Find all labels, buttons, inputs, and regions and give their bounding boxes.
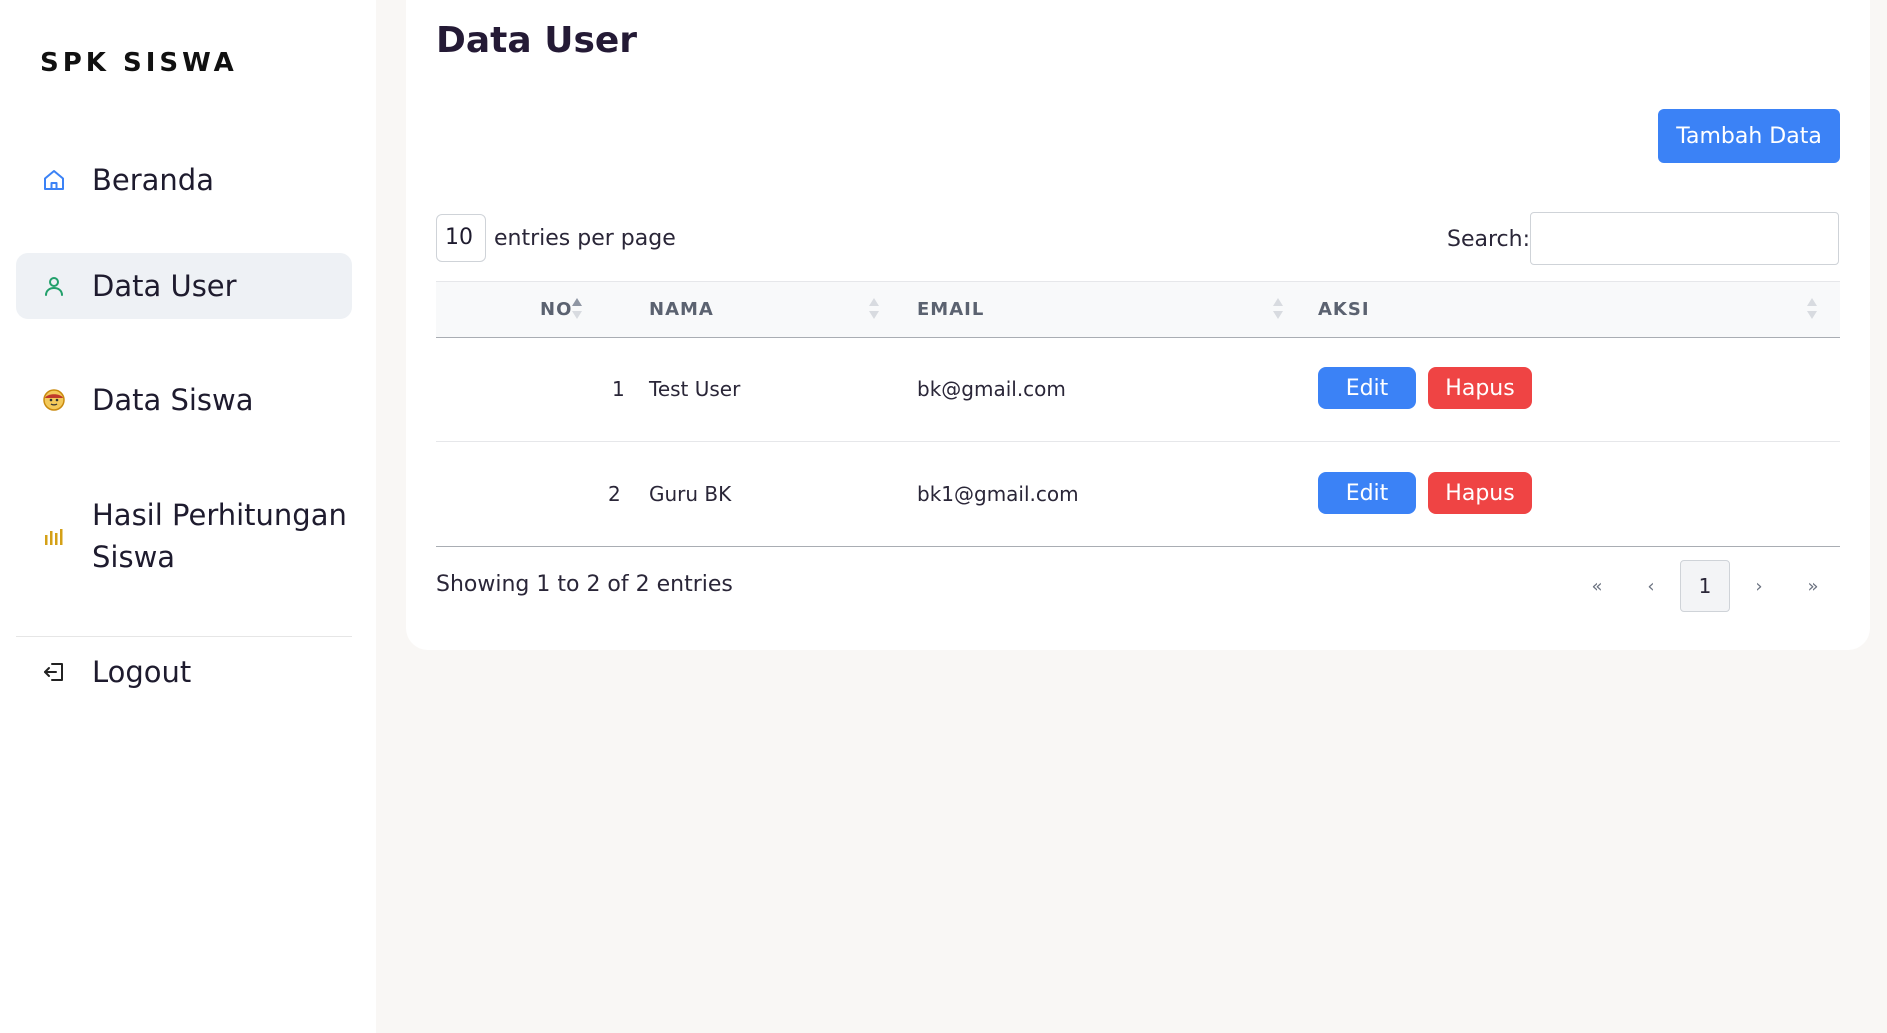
sort-icon	[1273, 296, 1283, 322]
cell-nama: Test User	[649, 377, 741, 401]
column-header-aksi[interactable]: AKSI	[1318, 282, 1370, 337]
sidebar-item-label: Beranda	[92, 163, 214, 197]
logout-button[interactable]: Logout	[16, 640, 352, 704]
home-icon	[40, 166, 68, 194]
entries-per-page-select[interactable]: 10	[436, 214, 486, 262]
search-input[interactable]	[1530, 212, 1839, 265]
pagination-prev[interactable]: ‹	[1626, 560, 1676, 612]
table-row: 2 Guru BK bk1@gmail.com Edit Hapus	[436, 442, 1840, 547]
search-label: Search:	[1447, 227, 1530, 252]
edit-button[interactable]: Edit	[1318, 367, 1416, 409]
sidebar-divider	[16, 636, 352, 637]
cell-nama: Guru BK	[649, 482, 732, 506]
cell-no: 2	[608, 482, 621, 506]
logout-label: Logout	[92, 655, 192, 689]
delete-button[interactable]: Hapus	[1428, 367, 1532, 409]
logout-icon	[40, 658, 68, 686]
bar-chart-icon	[40, 522, 68, 550]
sidebar-item-data-siswa[interactable]: Data Siswa	[16, 368, 352, 432]
column-header-email[interactable]: EMAIL	[917, 282, 984, 337]
sidebar-item-label: Data Siswa	[92, 383, 254, 417]
table-info: Showing 1 to 2 of 2 entries	[436, 572, 733, 597]
sort-icon	[572, 296, 582, 322]
sidebar: SPK SISWA Beranda Data User Data Siswa H…	[0, 0, 376, 1033]
sidebar-item-label: Hasil Perhitungan Siswa	[92, 498, 347, 574]
cell-email: bk1@gmail.com	[917, 482, 1079, 506]
add-data-button[interactable]: Tambah Data	[1658, 109, 1840, 163]
edit-button[interactable]: Edit	[1318, 472, 1416, 514]
sidebar-item-hasil-perhitungan[interactable]: Hasil Perhitungan Siswa	[16, 490, 352, 582]
cell-email: bk@gmail.com	[917, 377, 1066, 401]
cell-no: 1	[612, 377, 625, 401]
sort-icon	[1807, 296, 1817, 322]
sidebar-item-beranda[interactable]: Beranda	[16, 148, 352, 212]
student-face-icon	[40, 386, 68, 414]
pagination-last[interactable]: »	[1788, 560, 1838, 612]
column-header-nama[interactable]: NAMA	[649, 282, 714, 337]
delete-button[interactable]: Hapus	[1428, 472, 1532, 514]
sidebar-item-label: Data User	[92, 269, 237, 303]
entries-per-page-label: entries per page	[494, 226, 676, 251]
sort-icon	[869, 296, 879, 322]
pagination-first[interactable]: «	[1572, 560, 1622, 612]
table-row: 1 Test User bk@gmail.com Edit Hapus	[436, 337, 1840, 442]
table-header: NO NAMA EMAIL AKSI	[436, 281, 1840, 338]
sidebar-item-data-user[interactable]: Data User	[16, 253, 352, 319]
pagination-next[interactable]: ›	[1734, 560, 1784, 612]
page-title: Data User	[436, 20, 638, 61]
column-header-no[interactable]: NO	[540, 282, 572, 337]
pagination-page-1[interactable]: 1	[1680, 560, 1730, 612]
brand-logo: SPK SISWA	[40, 48, 238, 78]
user-icon	[40, 272, 68, 300]
